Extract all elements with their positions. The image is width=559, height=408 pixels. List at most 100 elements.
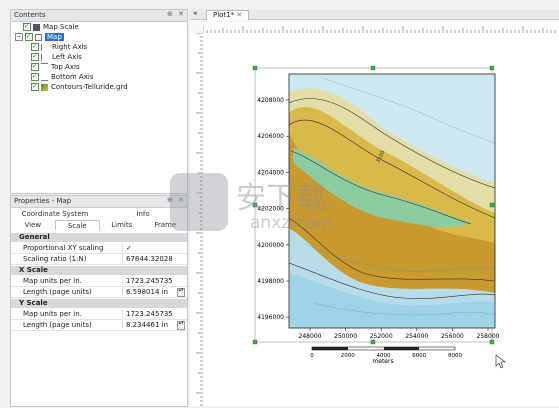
resize-handle[interactable] [370, 65, 376, 71]
resize-handle[interactable] [370, 339, 376, 345]
close-icon[interactable]: ✕ [178, 10, 184, 18]
tree-item-bottom-axis[interactable]: Bottom Axis [31, 72, 93, 82]
checkbox-icon[interactable] [31, 82, 39, 91]
map-scale-bar[interactable]: 0 2000 4000 6000 8000 meters [310, 346, 462, 365]
collapse-icon[interactable]: − [15, 33, 23, 41]
y-axis-label: 4202000 [257, 206, 284, 213]
tree-item-map-scale[interactable]: Map Scale [15, 22, 79, 32]
axis-icon [41, 53, 49, 61]
spin-icon[interactable]: ▴▾ [177, 288, 185, 297]
tree-item-map[interactable]: − Map [15, 32, 64, 42]
property-row: Length (page units) 6.598014 in ▴▾ [11, 287, 187, 298]
axis-icon [41, 63, 48, 71]
group-y-scale[interactable]: Y Scale [11, 299, 187, 308]
tree-item-label: Map [45, 33, 64, 41]
tab-label: Plot1* [213, 11, 235, 19]
left-ruler [190, 33, 204, 406]
property-label: Length (page units) [23, 321, 92, 329]
tab-limits[interactable]: Limits [100, 220, 144, 230]
axis-icon [41, 73, 48, 81]
scale-bar-label: 0 [310, 353, 314, 359]
scroll-left-icon[interactable]: ◂ [193, 9, 197, 17]
group-x-scale[interactable]: X Scale [11, 266, 187, 275]
property-row: Scaling ratio (1:N) 67844.32028 [11, 254, 187, 265]
left-axis[interactable]: 4208000 4206000 4204000 4202000 4200000 41980… [257, 97, 289, 321]
pin-icon[interactable]: ⊕ [167, 10, 173, 18]
y-map-units-field[interactable]: 1723.245735 [122, 309, 184, 318]
resize-handle[interactable] [252, 65, 258, 71]
contents-panel: Contents ⊕ ✕ Map Scale − Map Right Axis L… [10, 9, 188, 194]
checkbox-icon[interactable] [23, 22, 31, 31]
tree-item-label: Contours-Telluride.grd [51, 83, 128, 91]
contents-panel-title: Contents [11, 10, 187, 22]
close-icon[interactable]: ✕ [178, 196, 184, 204]
left-ruler-ticks [196, 33, 203, 406]
scaling-ratio-field[interactable]: 67844.32028 [122, 254, 184, 263]
x-axis-label: 258000 [477, 333, 500, 340]
property-label: Proportional XY scaling [23, 244, 104, 252]
tab-plot1[interactable]: Plot1* ✕ [206, 10, 250, 20]
proportional-xy-checkbox[interactable]: ✓ [122, 243, 184, 252]
x-axis-label: 252000 [370, 333, 393, 340]
checkbox-icon[interactable] [31, 42, 39, 51]
property-label: Length (page units) [23, 288, 92, 296]
y-axis-label: 4198000 [257, 278, 284, 285]
x-map-units-field[interactable]: 1723.245735 [122, 276, 184, 285]
map-frame-icon [35, 33, 42, 41]
y-axis-label: 4206000 [257, 133, 284, 140]
scale-bar-segment [384, 347, 419, 350]
spin-icon[interactable]: ▴▾ [177, 321, 185, 330]
y-axis-label: 4208000 [257, 97, 284, 104]
property-row: Proportional XY scaling ✓ [11, 243, 187, 254]
scale-bar-label: 2000 [341, 353, 355, 359]
contour-map[interactable]: 3100 [289, 74, 495, 328]
x-axis-label: 256000 [441, 333, 464, 340]
y-axis-label: 4204000 [257, 169, 284, 176]
tab-scale[interactable]: Scale [54, 220, 100, 230]
document-area: ◂ Plot1* ✕ 3100 4208000 4206000 4204000 … [190, 9, 559, 406]
resize-handle[interactable] [489, 65, 495, 71]
scale-bar-unit: meters [372, 358, 393, 365]
tree-item-left-axis[interactable]: Left Axis [31, 52, 82, 62]
x-axis-label: 248000 [299, 333, 322, 340]
x-length-field[interactable]: 6.598014 in [122, 287, 184, 296]
resize-handle[interactable] [489, 339, 495, 345]
pin-icon[interactable]: ⊕ [167, 196, 173, 204]
resize-handle[interactable] [252, 202, 258, 208]
resize-handle[interactable] [489, 202, 495, 208]
bottom-axis[interactable]: 248000 250000 252000 254000 256000 258000 [299, 328, 500, 340]
axis-icon [41, 43, 49, 51]
document-tab-strip: ◂ Plot1* ✕ [190, 9, 559, 20]
resize-handle[interactable] [252, 339, 258, 345]
tab-view[interactable]: View [11, 220, 55, 230]
contour-layer-icon [41, 83, 48, 91]
property-label: Scaling ratio (1:N) [23, 255, 87, 263]
checkbox-icon[interactable] [31, 52, 39, 61]
close-tab-icon[interactable]: ✕ [236, 11, 242, 19]
y-axis-label: 4196000 [257, 314, 284, 321]
top-ruler-ticks [203, 26, 556, 33]
group-general[interactable]: General [11, 233, 187, 242]
tree-item-contours[interactable]: Contours-Telluride.grd [31, 82, 128, 92]
x-axis-label: 254000 [405, 333, 428, 340]
properties-tabs-row-1: Coordinate System Info [11, 209, 187, 219]
plot-canvas[interactable]: 3100 4208000 4206000 4204000 4202000 4200000… [203, 33, 559, 406]
checkbox-icon[interactable] [31, 72, 39, 81]
scale-bar-label: 8000 [448, 353, 462, 359]
tab-frame[interactable]: Frame [144, 220, 188, 230]
tree-item-label: Left Axis [52, 53, 82, 61]
y-length-field[interactable]: 8.234461 in [122, 320, 184, 329]
scale-bar-segment [312, 347, 348, 350]
tab-coordinate-system[interactable]: Coordinate System [11, 209, 99, 219]
checkbox-icon[interactable] [31, 62, 39, 71]
tab-info[interactable]: Info [99, 209, 187, 219]
map-svg[interactable]: 3100 4208000 4206000 4204000 4202000 4200000… [203, 33, 559, 406]
tree-item-right-axis[interactable]: Right Axis [31, 42, 88, 52]
property-row: Length (page units) 8.234461 in ▴▾ [11, 320, 187, 331]
tree-item-label: Right Axis [52, 43, 88, 51]
tree-item-top-axis[interactable]: Top Axis [31, 62, 80, 72]
scale-bar-label: 6000 [412, 353, 426, 359]
properties-tabs-row-2: View Scale Limits Frame [11, 220, 187, 230]
property-label: Map units per in. [23, 310, 82, 318]
checkbox-icon[interactable] [25, 32, 33, 41]
